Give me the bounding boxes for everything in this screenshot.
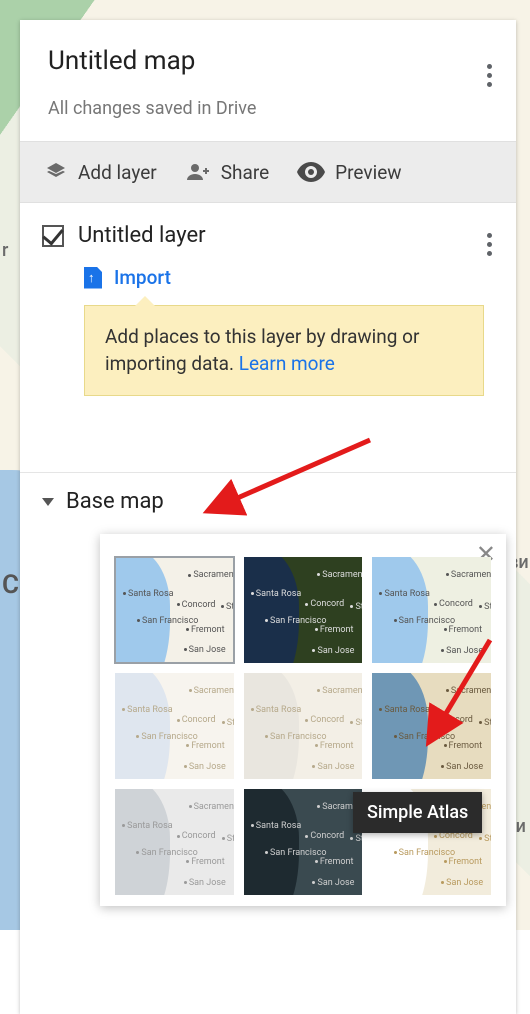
thumb-city-label: Santa Rosa	[251, 705, 302, 715]
thumb-city-label: Stockt	[479, 602, 492, 612]
basemap-label: Base map	[66, 489, 164, 514]
thumb-city-label: Santa Rosa	[123, 589, 174, 599]
thumb-city-label: Stockt	[222, 718, 235, 728]
layer-visibility-checkbox[interactable]	[42, 225, 64, 247]
thumb-city-label: Fremont	[315, 857, 354, 867]
thumb-city-label: Fremont	[186, 625, 225, 635]
map-options-menu-button[interactable]	[481, 58, 498, 93]
thumb-city-label: Santa Rosa	[251, 821, 302, 831]
collapse-triangle-icon	[42, 498, 54, 506]
thumb-city-label: San Jose	[312, 878, 354, 888]
thumb-city-label: San Jose	[184, 645, 226, 655]
layer-block: Untitled layer Import Add places to this…	[20, 203, 516, 432]
thumb-city-label: Fremont	[315, 741, 354, 751]
layer-tip-callout: Add places to this layer by drawing or i…	[84, 305, 484, 396]
thumb-city-label: Stockt	[222, 834, 235, 844]
basemap-style-popup: ✕ SacramentoSanta RosaConcordStocktSan F…	[100, 534, 506, 906]
share-label: Share	[221, 161, 269, 184]
thumb-city-label: Fremont	[186, 741, 225, 751]
map-title[interactable]: Untitled map	[48, 46, 488, 76]
layer-header: Untitled layer	[42, 223, 494, 248]
learn-more-link[interactable]: Learn more	[239, 352, 335, 375]
thumb-city-label: Concord	[305, 599, 344, 609]
basemap-style-thumb[interactable]: SacramentoSanta RosaConcordStocktSan Fra…	[114, 672, 235, 780]
thumb-city-label: San Jose	[441, 646, 483, 656]
import-label: Import	[114, 266, 171, 289]
add-layer-label: Add layer	[78, 161, 157, 184]
thumb-city-label: Concord	[177, 831, 216, 841]
thumb-city-label: Sacramento	[188, 570, 234, 580]
basemap-style-thumb[interactable]: SacramentoSanta RosaConcordStocktSan Fra…	[371, 556, 492, 664]
thumb-city-label: Fremont	[186, 857, 225, 867]
thumb-city-label: Sacramento	[317, 686, 363, 696]
thumb-city-label: San Jose	[441, 878, 483, 888]
preview-label: Preview	[335, 161, 401, 184]
thumb-city-label: Sacramento	[189, 802, 235, 812]
basemap-style-grid: SacramentoSanta RosaConcordStocktSan Fra…	[114, 556, 492, 896]
thumb-city-label: Stockt	[221, 602, 235, 612]
layer-options-menu-button[interactable]	[481, 227, 498, 262]
basemap-style-thumb[interactable]: SacramentoSanta RosaConcordStocktSan Fra…	[371, 672, 492, 780]
thumb-city-label: Stockt	[479, 718, 492, 728]
thumb-city-label: Santa Rosa	[379, 705, 430, 715]
basemap-toggle[interactable]: Base map	[42, 489, 494, 514]
share-button[interactable]: Share	[185, 160, 269, 184]
basemap-style-thumb[interactable]: SacramentoSanta RosaConcordStocktSan Fra…	[243, 556, 364, 664]
thumb-city-label: Concord	[305, 831, 344, 841]
basemap-style-tooltip: Simple Atlas	[353, 792, 482, 833]
thumb-city-label: Sacramento	[317, 570, 363, 580]
thumb-city-label: Concord	[305, 715, 344, 725]
add-layer-button[interactable]: Add layer	[44, 160, 157, 184]
basemap-style-thumb[interactable]: SacramentoSanta RosaConcordStocktSan Fra…	[243, 788, 364, 896]
thumb-city-label: Concord	[434, 599, 473, 609]
thumb-city-label: San Jose	[441, 762, 483, 772]
thumb-city-label: Fremont	[444, 625, 483, 635]
toolbar: Add layer Share Preview	[20, 141, 516, 203]
thumb-city-label: Santa Rosa	[251, 589, 302, 599]
thumb-city-label: San Jose	[312, 762, 354, 772]
preview-button[interactable]: Preview	[297, 161, 401, 184]
import-file-icon	[84, 267, 102, 289]
basemap-style-thumb[interactable]: SacramentoSanta RosaConcordStocktSan Fra…	[114, 788, 235, 896]
thumb-city-label: Santa Rosa	[122, 821, 173, 831]
thumb-city-label: Stockt	[350, 718, 363, 728]
basemap-style-thumb[interactable]: SacramentoSanta RosaConcordStocktSan Fra…	[243, 672, 364, 780]
thumb-city-label: Stockt	[350, 834, 363, 844]
layer-name[interactable]: Untitled layer	[78, 223, 206, 248]
thumb-city-label: Concord	[177, 600, 216, 610]
thumb-city-label: Fremont	[315, 625, 354, 635]
eye-icon	[297, 162, 325, 182]
panel-header: Untitled map All changes saved in Drive	[20, 20, 516, 141]
thumb-city-label: Fremont	[444, 857, 483, 867]
basemap-style-thumb[interactable]: SacramentoSanta RosaConcordStocktSan Fra…	[114, 556, 235, 664]
thumb-city-label: Concord	[434, 715, 473, 725]
thumb-city-label: Stockt	[350, 602, 363, 612]
thumb-city-label: Stockt	[479, 834, 492, 844]
bg-map-label: C	[2, 570, 19, 600]
import-button[interactable]: Import	[84, 266, 494, 289]
thumb-city-label: San Jose	[184, 762, 226, 772]
thumb-city-label: Santa Rosa	[379, 589, 430, 599]
thumb-city-label: Fremont	[444, 741, 483, 751]
thumb-city-label: Sacramento	[446, 686, 492, 696]
thumb-city-label: Concord	[177, 715, 216, 725]
thumb-city-label: Sacramento	[189, 686, 235, 696]
bg-map-label: r	[2, 240, 8, 261]
layers-icon	[44, 160, 68, 184]
thumb-city-label: Santa Rosa	[122, 705, 173, 715]
thumb-city-label: San Jose	[184, 878, 226, 888]
thumb-city-label: San Jose	[312, 646, 354, 656]
thumb-city-label: Sacramento	[446, 570, 492, 580]
save-status: All changes saved in Drive	[48, 98, 488, 119]
person-add-icon	[185, 160, 211, 184]
